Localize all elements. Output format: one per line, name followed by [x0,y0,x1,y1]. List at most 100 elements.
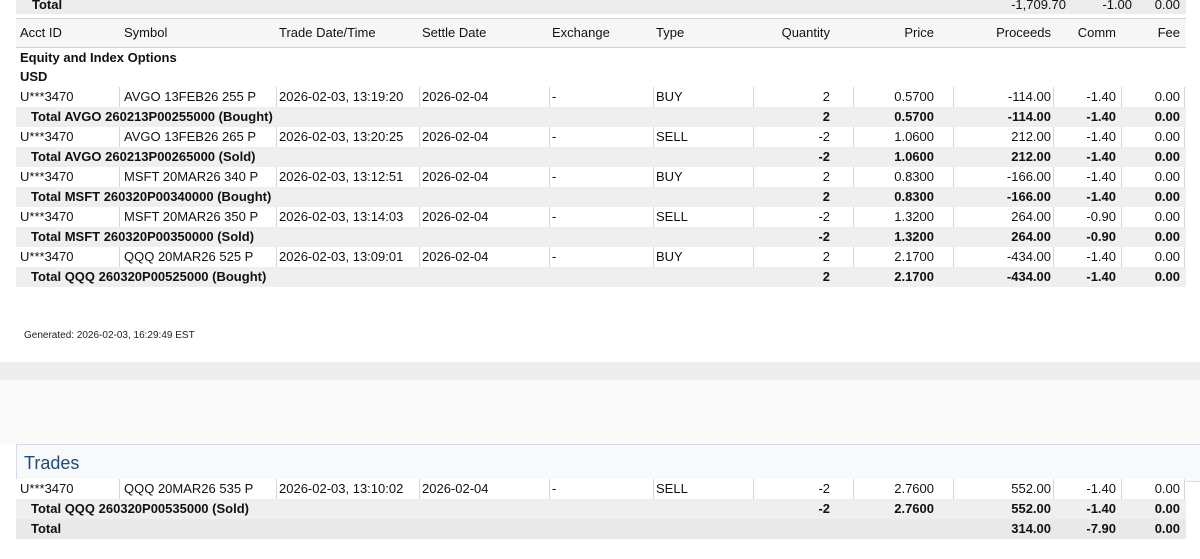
fee-cell: 0.00 [1154,109,1180,124]
comm-cell: -1.40 [1086,149,1116,164]
subtotal-label: Total QQQ 260320P00535000 (Sold) [31,501,249,516]
col-fee[interactable]: Fee [1126,19,1180,47]
price-cell: 1.3200 [894,209,934,224]
quantity-cell: -2 [818,149,830,164]
acct-id-cell: U***3470 [20,249,74,264]
grand-total-proceeds: 314.00 [1011,521,1051,536]
table-row: U***3470 MSFT 20MAR26 350 P 2026-02-03, 13… [16,207,1186,228]
column-divider [653,127,654,147]
col-trade-datetime[interactable]: Trade Date/Time [279,19,376,47]
column-divider [753,87,754,107]
column-divider [753,247,754,267]
exchange-cell: - [552,209,557,224]
fee-cell: 0.00 [1154,149,1180,164]
column-divider [276,87,277,107]
settle-date-cell: 2026-02-04 [422,89,489,104]
exchange-cell: - [552,169,557,184]
subtotal-row: Total QQQ 260320P00525000 (Bought) 2 2.170… [16,267,1186,287]
subtotal-label: Total AVGO 260213P00265000 (Sold) [31,149,256,164]
symbol-cell: MSFT 20MAR26 350 P [124,209,259,224]
col-type[interactable]: Type [656,19,684,47]
comm-cell: -1.40 [1086,89,1116,104]
col-exchange[interactable]: Exchange [552,19,610,47]
quantity-cell: -2 [818,501,830,516]
quantity-cell: 2 [822,269,830,284]
comm-cell: -1.40 [1086,481,1116,496]
col-proceeds[interactable]: Proceeds [956,19,1051,47]
fee-cell: 0.00 [1154,209,1180,224]
subtotal-row: Total AVGO 260213P00265000 (Sold) -2 1.060… [16,147,1186,167]
acct-id-cell: U***3470 [20,481,74,496]
comm-cell: -1.40 [1086,501,1116,516]
fee-cell: 0.00 [1154,481,1180,496]
exchange-cell: - [552,481,557,496]
comm-cell: -1.40 [1086,189,1116,204]
settle-date-cell: 2026-02-04 [422,129,489,144]
column-divider [1184,207,1185,227]
proceeds-cell: -434.00 [1006,249,1051,264]
symbol-cell: MSFT 20MAR26 340 P [124,169,259,184]
section-divider [0,362,1200,380]
column-divider [419,87,420,107]
column-divider [1184,479,1185,499]
generated-timestamp: Generated: 2026-02-03, 16:29:49 EST [24,330,195,341]
fee-cell: 0.00 [1154,129,1180,144]
settle-date-cell: 2026-02-04 [422,481,489,496]
table-row: U***3470 QQQ 20MAR26 525 P 2026-02-03, 13:… [16,247,1186,268]
quantity-cell: 2 [822,189,830,204]
col-symbol[interactable]: Symbol [124,19,167,47]
col-price[interactable]: Price [856,19,934,47]
column-divider [1184,167,1185,187]
acct-id-cell: U***3470 [20,209,74,224]
column-divider [1184,127,1185,147]
column-divider [419,167,420,187]
column-divider [549,247,550,267]
column-divider [1121,167,1122,187]
subtotal-row: Total QQQ 260320P00535000 (Sold) -2 2.7600… [16,499,1186,519]
column-divider [419,247,420,267]
col-comm[interactable]: Comm [1056,19,1116,47]
column-divider [953,479,954,499]
price-cell: 0.5700 [894,89,934,104]
column-divider [1053,479,1054,499]
table-row: U***3470 AVGO 13FEB26 265 P 2026-02-03, 13… [16,127,1186,148]
proceeds-cell: 212.00 [1011,149,1051,164]
table-row: U***3470 MSFT 20MAR26 340 P 2026-02-03, 13… [16,167,1186,188]
proceeds-cell: 552.00 [1011,501,1051,516]
type-cell: BUY [656,169,683,184]
column-divider [549,167,550,187]
summary-total-row: Total -1,709.70 -1.00 0.00 [16,0,1186,14]
proceeds-cell: -166.00 [1006,189,1051,204]
column-divider [1184,87,1185,107]
currency-label: USD [20,69,48,84]
type-cell: BUY [656,249,683,264]
col-settle-date[interactable]: Settle Date [422,19,486,47]
total-proceeds: -1,709.70 [1011,0,1066,12]
grand-total-label: Total [31,521,62,536]
subtotal-label: Total MSFT 260320P00350000 (Sold) [31,229,255,244]
column-divider [549,207,550,227]
column-divider [1121,247,1122,267]
column-divider [853,247,854,267]
subtotal-label: Total AVGO 260213P00255000 (Bought) [31,109,273,124]
price-cell: 2.7600 [894,501,934,516]
proceeds-cell: -114.00 [1007,89,1051,104]
price-cell: 1.3200 [894,229,934,244]
quantity-cell: 2 [822,169,830,184]
type-cell: SELL [656,129,688,144]
trade-datetime-cell: 2026-02-03, 13:12:51 [279,169,404,184]
proceeds-cell: 264.00 [1011,209,1051,224]
subtotal-row: Total AVGO 260213P00255000 (Bought) 2 0.57… [16,107,1186,127]
col-quantity[interactable]: Quantity [756,19,830,47]
col-acct-id[interactable]: Acct ID [20,19,62,47]
column-divider [853,479,854,499]
subtotal-row: Total MSFT 260320P00350000 (Sold) -2 1.320… [16,227,1186,247]
comm-cell: -1.40 [1086,129,1116,144]
symbol-cell: AVGO 13FEB26 265 P [124,129,256,144]
quantity-cell: 2 [822,109,830,124]
fee-cell: 0.00 [1154,269,1180,284]
column-divider [953,87,954,107]
exchange-cell: - [552,89,557,104]
column-divider [1184,247,1185,267]
column-divider [753,207,754,227]
